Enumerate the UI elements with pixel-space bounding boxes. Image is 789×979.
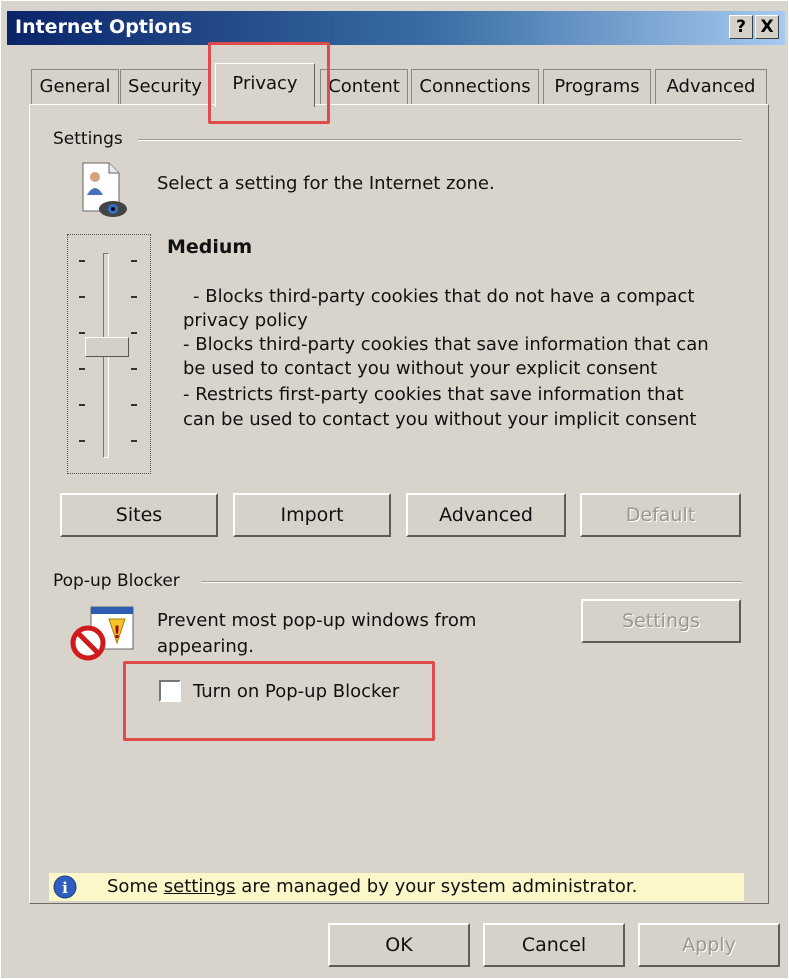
tab-privacy[interactable]: Privacy <box>215 63 315 107</box>
advanced-button-label: Advanced <box>439 504 533 526</box>
tab-security[interactable]: Security <box>120 69 210 105</box>
help-button[interactable]: ? <box>729 15 753 39</box>
popup-blocker-description-line2: appearing. <box>157 636 254 657</box>
sites-button[interactable]: Sites <box>60 493 218 537</box>
tab-connections[interactable]: Connections <box>411 69 539 105</box>
admin-info-prefix: Some <box>107 876 164 897</box>
tab-advanced[interactable]: Advanced <box>655 69 767 105</box>
slider-tick <box>131 404 137 406</box>
ok-button-label: OK <box>385 934 413 956</box>
slider-tick <box>79 332 85 334</box>
level-description-line: - Blocks third-party cookies that do not… <box>193 286 695 307</box>
popup-blocker-group-label: Pop-up Blocker <box>53 571 188 591</box>
default-button[interactable]: Default <box>580 493 741 537</box>
slider-tick <box>79 296 85 298</box>
popup-blocker-description-line1: Prevent most pop-up windows from <box>157 610 477 631</box>
ok-button[interactable]: OK <box>328 923 470 967</box>
import-button-label: Import <box>280 504 344 526</box>
privacy-level-name: Medium <box>167 236 253 258</box>
apply-button-label: Apply <box>682 934 736 956</box>
close-button[interactable]: X <box>755 15 779 39</box>
slider-tick <box>131 296 137 298</box>
internet-options-window: Internet Options ? X General Security Pr… <box>0 0 789 979</box>
slider-tick <box>79 404 85 406</box>
settings-group-label: Settings <box>53 129 131 149</box>
slider-tick <box>131 332 137 334</box>
cancel-button-label: Cancel <box>521 934 587 956</box>
svg-text:!: ! <box>113 623 121 643</box>
slider-tick <box>79 440 85 442</box>
admin-info-suffix: are managed by your system administrator… <box>235 876 638 897</box>
slider-thumb[interactable] <box>85 336 129 357</box>
popup-settings-button[interactable]: Settings <box>581 599 741 643</box>
popup-settings-button-label: Settings <box>622 610 700 632</box>
tab-general[interactable]: General <box>31 69 119 105</box>
level-description-line: be used to contact you without your expl… <box>183 358 658 379</box>
admin-info-text: Some settings are managed by your system… <box>107 875 637 899</box>
slider-tick <box>131 368 137 370</box>
popup-blocker-group-line <box>201 581 742 583</box>
privacy-slider[interactable] <box>67 234 151 474</box>
level-description-line: privacy policy <box>183 310 308 331</box>
title-bar: Internet Options ? X <box>7 11 785 45</box>
slider-tick <box>131 440 137 442</box>
slider-tick <box>79 368 85 370</box>
window-title: Internet Options <box>15 16 193 38</box>
sites-button-label: Sites <box>115 504 163 526</box>
tab-content[interactable]: Content <box>320 69 408 105</box>
settings-group-line <box>138 139 742 141</box>
settings-link[interactable]: settings <box>164 876 236 897</box>
popup-blocker-icon: ! <box>69 605 141 663</box>
level-description-line: can be used to contact you without your … <box>183 409 697 430</box>
admin-info-bar: i Some settings are managed by your syst… <box>49 873 744 901</box>
level-description-line: - Restricts first-party cookies that sav… <box>183 384 684 405</box>
popup-blocker-checkbox-highlight <box>123 661 435 741</box>
tab-programs[interactable]: Programs <box>543 69 651 105</box>
default-button-label: Default <box>625 504 696 526</box>
privacy-zone-icon <box>75 159 137 223</box>
cancel-button[interactable]: Cancel <box>483 923 625 967</box>
settings-description: Select a setting for the Internet zone. <box>157 173 495 194</box>
apply-button[interactable]: Apply <box>638 923 780 967</box>
import-button[interactable]: Import <box>233 493 391 537</box>
info-icon: i <box>53 875 77 899</box>
level-description-line: - Blocks third-party cookies that save i… <box>183 334 709 355</box>
slider-tick <box>131 260 137 262</box>
slider-tick <box>79 260 85 262</box>
advanced-button[interactable]: Advanced <box>406 493 566 537</box>
svg-text:i: i <box>62 879 68 897</box>
